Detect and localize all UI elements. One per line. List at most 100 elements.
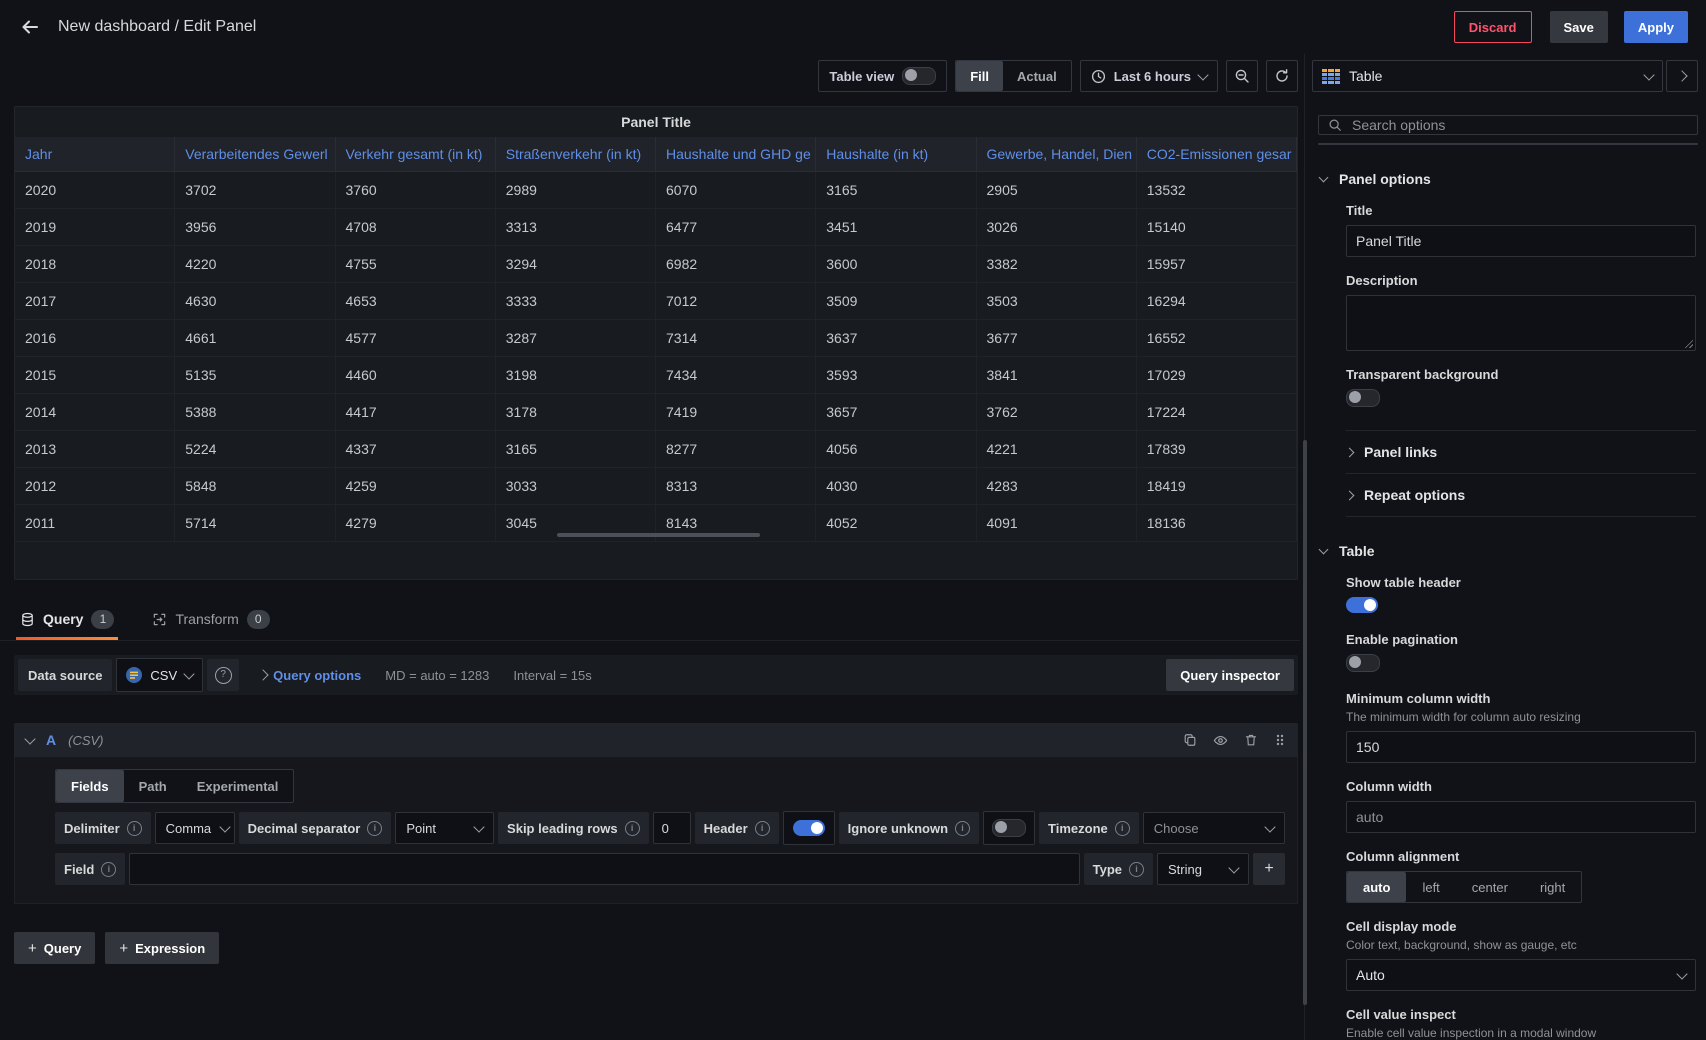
panel-links-section[interactable]: Panel links <box>1346 430 1696 473</box>
tab-query[interactable]: Query 1 <box>16 598 118 640</box>
actual-option[interactable]: Actual <box>1003 61 1071 91</box>
table-cell: 3702 <box>175 172 335 208</box>
table-cell: 16552 <box>1137 320 1297 356</box>
pane-resizer[interactable] <box>1300 54 1310 1040</box>
transparent-background-label: Transparent background <box>1346 367 1696 382</box>
table-cell: 3026 <box>977 209 1137 245</box>
time-range-picker[interactable]: Last 6 hours <box>1080 60 1218 92</box>
visualization-picker[interactable]: Table <box>1312 60 1663 92</box>
back-button[interactable] <box>18 15 42 39</box>
csv-datasource-icon <box>126 667 142 683</box>
plus-icon: + <box>1264 860 1273 878</box>
tab-transform[interactable]: Transform 0 <box>148 598 273 640</box>
fill-option[interactable]: Fill <box>956 61 1003 91</box>
table-cell: 3760 <box>336 172 496 208</box>
transparent-background-switch[interactable] <box>1346 389 1380 407</box>
query-inspector-button[interactable]: Query inspector <box>1166 659 1294 691</box>
align-option-left[interactable]: left <box>1406 872 1455 902</box>
chevron-down-icon <box>1228 862 1239 873</box>
topbar: New dashboard / Edit Panel Discard Save … <box>0 0 1706 54</box>
datasource-help-button[interactable]: ? <box>207 659 239 691</box>
table-view-switch[interactable] <box>902 67 936 85</box>
header-switch-box <box>783 811 835 845</box>
datasource-picker[interactable]: CSV <box>116 658 203 692</box>
discard-button[interactable]: Discard <box>1454 11 1532 43</box>
align-option-auto[interactable]: auto <box>1347 872 1406 902</box>
column-header[interactable]: Haushalte (in kt) <box>816 137 976 171</box>
panel-toolbar: Table view Fill Actual Last 6 hours <box>0 60 1298 92</box>
eye-icon <box>1213 733 1228 748</box>
column-alignment-group: autoleftcenterright <box>1346 871 1582 903</box>
add-query-button[interactable]: + Query <box>14 932 95 964</box>
zoom-out-button[interactable] <box>1226 60 1258 92</box>
min-column-width-input[interactable] <box>1346 731 1696 763</box>
align-option-center[interactable]: center <box>1456 872 1524 902</box>
delimiter-select[interactable]: Comma <box>155 812 235 844</box>
add-field-button[interactable]: + <box>1253 853 1285 885</box>
options-scrollbar-thumb[interactable] <box>1303 440 1307 1005</box>
skip-leading-rows-input[interactable] <box>653 812 691 844</box>
column-header[interactable]: CO2-Emissionen gesar <box>1137 137 1297 171</box>
query-options-toggle[interactable]: Query options <box>273 668 361 683</box>
panel-options-section-header[interactable]: Panel options <box>1320 171 1698 187</box>
options-search-input[interactable] <box>1350 116 1688 134</box>
collapse-options-button[interactable] <box>1666 60 1698 92</box>
column-header[interactable]: Jahr <box>15 137 175 171</box>
type-select[interactable]: String <box>1157 853 1249 885</box>
hide-query-button[interactable] <box>1213 733 1228 748</box>
field-input[interactable] <box>129 853 1079 885</box>
column-header[interactable]: Gewerbe, Handel, Dien <box>977 137 1137 171</box>
tab-query-label: Query <box>43 611 83 627</box>
table-view-label: Table view <box>829 69 894 84</box>
column-header[interactable]: Verarbeitendes Gewerl <box>175 137 335 171</box>
show-table-header-group: Show table header <box>1346 575 1696 616</box>
table-cell: 3198 <box>496 357 656 393</box>
table-cell: 7012 <box>656 283 816 319</box>
enable-pagination-switch[interactable] <box>1346 654 1380 672</box>
timezone-select[interactable]: Choose <box>1143 812 1285 844</box>
grip-dots-icon <box>1274 733 1286 747</box>
save-button[interactable]: Save <box>1550 11 1608 43</box>
cell-value-inspect-description: Enable cell value inspection in a modal … <box>1346 1026 1696 1040</box>
collapse-query-chevron-icon <box>24 733 35 744</box>
apply-button[interactable]: Apply <box>1624 11 1688 43</box>
duplicate-query-button[interactable] <box>1183 733 1197 747</box>
description-textarea[interactable] <box>1346 295 1696 351</box>
align-option-right[interactable]: right <box>1524 872 1581 902</box>
column-header[interactable]: Verkehr gesamt (in kt) <box>336 137 496 171</box>
column-width-input[interactable] <box>1346 801 1696 833</box>
table-cell: 5135 <box>175 357 335 393</box>
query-datasource-kind: (CSV) <box>68 733 103 748</box>
table-cell: 2020 <box>15 172 175 208</box>
editor-tab-experimental[interactable]: Experimental <box>182 770 294 802</box>
table-cell: 3841 <box>977 357 1137 393</box>
query-editor-header[interactable]: A (CSV) <box>14 723 1298 757</box>
delete-query-button[interactable] <box>1244 733 1258 747</box>
refresh-button[interactable] <box>1266 60 1298 92</box>
description-field-group: Description <box>1346 273 1696 351</box>
table-section-header[interactable]: Table <box>1320 543 1698 559</box>
editor-tab-path[interactable]: Path <box>124 770 182 802</box>
drag-handle[interactable] <box>1274 733 1286 747</box>
query-ref-id: A <box>46 732 56 748</box>
panel-title-input[interactable] <box>1346 225 1696 257</box>
refresh-icon <box>1274 68 1290 84</box>
table-cell: 4283 <box>977 468 1137 504</box>
table-cell: 3165 <box>496 431 656 467</box>
column-header[interactable]: Haushalte und GHD ge <box>656 137 816 171</box>
switch-knob <box>905 69 917 81</box>
show-table-header-switch[interactable] <box>1346 597 1378 613</box>
horizontal-scrollbar-thumb[interactable] <box>557 533 760 537</box>
table-cell: 4708 <box>336 209 496 245</box>
ignore-unknown-switch[interactable] <box>992 819 1026 837</box>
editor-tab-fields[interactable]: Fields <box>56 770 124 802</box>
cell-display-mode-select[interactable]: Auto <box>1346 959 1696 991</box>
fill-actual-group: Fill Actual <box>955 60 1072 92</box>
table-cell: 8313 <box>656 468 816 504</box>
column-header[interactable]: Straßenverkehr (in kt) <box>496 137 656 171</box>
decimal-separator-select[interactable]: Point <box>395 812 494 844</box>
add-expression-button[interactable]: + Expression <box>105 932 219 964</box>
table-cell: 2013 <box>15 431 175 467</box>
header-switch[interactable] <box>793 820 825 836</box>
repeat-options-section[interactable]: Repeat options <box>1346 473 1696 517</box>
